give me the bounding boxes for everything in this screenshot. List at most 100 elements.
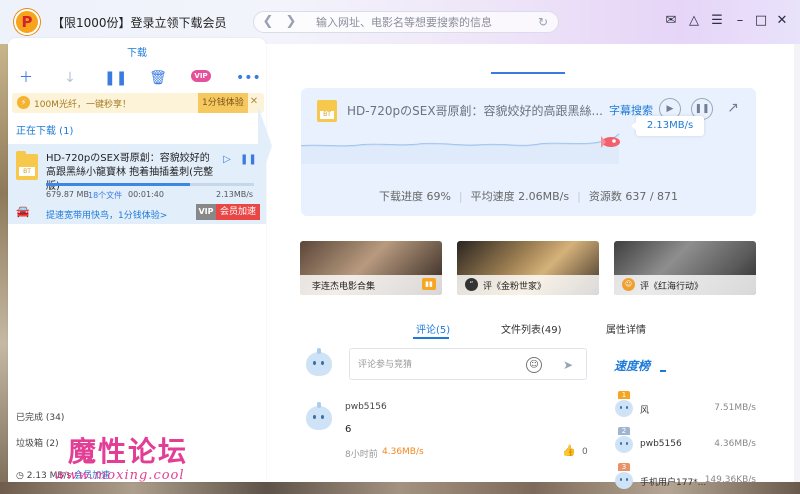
related-card-jet-li[interactable]: 李连杰电影合集 ▮▮ xyxy=(300,241,442,295)
vip-icon[interactable]: VIP xyxy=(191,70,211,82)
task-selected-arrow xyxy=(258,106,272,186)
avatar-icon: ☺ xyxy=(622,278,635,291)
emoji-icon[interactable]: ☺ xyxy=(526,357,542,373)
mail-icon[interactable]: ✉ xyxy=(663,13,679,29)
rank-avatar[interactable]: 1 xyxy=(614,391,634,418)
pause-icon[interactable]: ❚❚ xyxy=(104,68,127,88)
rank-avatar[interactable]: 2 xyxy=(614,427,634,454)
menu-icon[interactable]: ☰ xyxy=(709,13,725,29)
tab-indicator xyxy=(491,72,565,74)
chart-bar-icon: ▮▮ xyxy=(422,278,436,290)
task-size: 679.87 MB xyxy=(46,190,89,199)
task-file-count[interactable]: 18个文件 xyxy=(88,190,122,201)
rank-name[interactable]: pwb5156 xyxy=(640,439,682,449)
rank-name[interactable]: 风 xyxy=(640,403,649,416)
rank-face xyxy=(615,400,633,417)
related-overlay: 李连杰电影合集 ▮▮ xyxy=(300,275,442,295)
rank-speed: 7.51MB/s xyxy=(714,403,756,413)
new-tab-button[interactable] xyxy=(263,44,295,58)
open-external-icon[interactable]: ↗ xyxy=(723,98,743,118)
pause-icon[interactable]: ❚❚ xyxy=(240,153,257,167)
maximize-icon[interactable]: □ xyxy=(753,13,769,29)
comment-box: ☺ ➤ xyxy=(349,348,587,380)
rank-name[interactable]: 手机用户177*... xyxy=(640,475,706,488)
tab-comments[interactable]: 评论(5) xyxy=(416,321,450,336)
forward-icon[interactable]: ❯ xyxy=(282,13,300,31)
promo-banner[interactable]: ⚡ 100M光纤，一键秒享！ 1分钱体验 ✕ xyxy=(12,93,264,113)
progress-stat: 下载进度 69% xyxy=(378,190,451,203)
related-overlay: “ 评《金粉世家》 xyxy=(457,275,599,295)
back-icon[interactable]: ❮ xyxy=(259,13,277,31)
more-icon[interactable]: ••• xyxy=(236,68,261,88)
section-trash[interactable]: 垃圾箱 (2) xyxy=(16,436,59,449)
minimize-icon[interactable]: – xyxy=(732,13,748,29)
quote-icon: “ xyxy=(465,278,478,291)
plus-icon[interactable]: ＋ xyxy=(16,68,36,88)
rank-speed: 149.36KB/s xyxy=(704,475,756,485)
section-downloading[interactable]: 正在下载 (1) xyxy=(16,122,73,137)
related-label: 评《金粉世家》 xyxy=(483,282,547,292)
comment-text: 6 xyxy=(345,424,352,435)
promo-text: 100M光纤，一键秒享！ xyxy=(34,100,131,110)
scrollbar[interactable] xyxy=(794,44,800,482)
download-task[interactable]: BT HD-720pのSEX哥原創：容貌姣好的高跟黑絲小龍寶林 抱着抽插羞刺(完… xyxy=(8,144,266,224)
speedup-link[interactable]: 提速宽带用快鸟，1分钱体验> xyxy=(46,208,167,221)
window-title[interactable]: 【限1000份】登录立领下载会员 xyxy=(52,14,227,31)
task-name: HD-720pのSEX哥原創：容貌姣好的高跟黑絲小龍寶林 抱着抽插羞刺(完整版) xyxy=(46,153,214,192)
current-speed-bubble: 2.13MB/s xyxy=(631,116,704,136)
send-icon[interactable]: ➤ xyxy=(560,357,576,373)
thumbs-up-icon[interactable]: 👍 xyxy=(562,444,576,458)
car-icon: 🚘 xyxy=(16,205,30,218)
url-search-input[interactable] xyxy=(316,14,516,30)
divider: | xyxy=(577,190,581,203)
vip-tag: VIP xyxy=(196,204,216,220)
watermark-url: www.moxing.cool xyxy=(54,468,185,483)
watermark: 魔性论坛 www.moxing.cool xyxy=(54,430,254,486)
app-logo-icon[interactable]: P xyxy=(14,9,40,35)
stats-row: 下载进度 69% | 平均速度 2.06MB/s | 资源数 637 / 871 xyxy=(301,188,756,204)
rank-speed: 4.36MB/s xyxy=(714,439,756,449)
content-tab-underline xyxy=(413,337,449,339)
comment-time: 8小时前 xyxy=(345,450,378,460)
resources-stat: 资源数 637 / 871 xyxy=(588,190,679,203)
avg-speed-stat: 平均速度 2.06MB/s xyxy=(470,190,570,203)
rank-face xyxy=(615,436,633,453)
gold-crown-icon: 1 xyxy=(618,391,630,399)
bt-file-icon: BT xyxy=(16,151,38,180)
bt-file-icon: BT xyxy=(317,100,337,122)
download-detail-card: BT HD-720pのSEX哥原創：容貌姣好的高跟黑絲... 字幕搜索 ▶ ❚❚… xyxy=(301,88,756,216)
comment-input[interactable] xyxy=(358,357,518,373)
download-arrow-icon[interactable]: ↓ xyxy=(60,68,80,88)
divider: | xyxy=(458,190,463,203)
file-type-tag: BT xyxy=(320,111,334,119)
detail-title: HD-720pのSEX哥原創：容貌姣好的高跟黑絲... xyxy=(347,104,603,118)
related-card-review[interactable]: ☺ 评《红海行动》 xyxy=(614,241,756,295)
rank-face xyxy=(615,472,633,489)
background-image xyxy=(0,44,8,494)
comment-username[interactable]: pwb5156 xyxy=(345,402,387,412)
task-speed: 2.13MB/s xyxy=(216,190,254,199)
ranking-underline xyxy=(660,370,666,372)
member-speedup-button[interactable]: 会员加速 xyxy=(216,204,260,220)
close-icon[interactable]: ✕ xyxy=(774,13,790,29)
rank-avatar[interactable]: 3 xyxy=(614,463,634,490)
task-time-left: 00:01:40 xyxy=(128,190,164,199)
trash-icon[interactable]: 🗑 xyxy=(148,68,168,88)
skin-shirt-icon[interactable]: △ xyxy=(686,13,702,29)
like-count: 0 xyxy=(582,447,588,457)
download-panel: 下载 ＋ ↓ ❚❚ 🗑 VIP ••• ⚡ 100M光纤，一键秒享！ 1分钱体验… xyxy=(8,38,266,483)
tab-file-list[interactable]: 文件列表(49) xyxy=(501,321,562,336)
address-bar: ❮ ❯ ↻ xyxy=(253,11,559,33)
related-overlay: ☺ 评《红海行动》 xyxy=(614,275,756,295)
tab-properties[interactable]: 属性详情 xyxy=(606,321,646,336)
commenter-avatar[interactable] xyxy=(306,402,332,430)
section-completed[interactable]: 已完成 (34) xyxy=(16,410,64,423)
promo-trial-button[interactable]: 1分钱体验 xyxy=(198,93,248,113)
comment-speed: 4.36MB/s xyxy=(382,447,424,457)
refresh-icon[interactable]: ↻ xyxy=(534,13,552,31)
related-card-review[interactable]: “ 评《金粉世家》 xyxy=(457,241,599,295)
user-avatar xyxy=(306,348,332,376)
related-label: 评《红海行动》 xyxy=(640,282,704,292)
related-label: 李连杰电影合集 xyxy=(312,282,376,292)
play-icon[interactable]: ▷ xyxy=(220,153,234,167)
